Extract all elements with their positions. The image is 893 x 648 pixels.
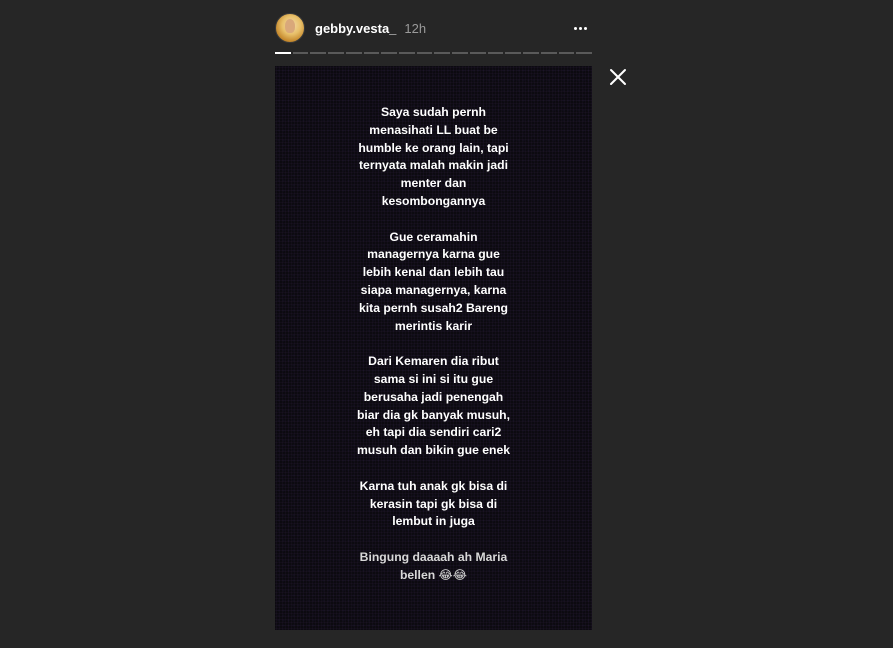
story-line: siapa managernya, karna: [360, 282, 507, 297]
progress-segment: [292, 52, 309, 54]
story-line: merintis karir: [394, 318, 473, 333]
progress-segment: [345, 52, 362, 54]
progress-segment: [416, 52, 433, 54]
story-line: kerasin tapi gk bisa di: [369, 496, 498, 511]
progress-segment: [576, 52, 592, 54]
story-paragraph: Karna tuh anak gk bisa di kerasin tapi gk…: [275, 478, 592, 531]
story-text: Saya sudah pernh menasihati LL buat be hum…: [275, 104, 592, 602]
more-options-icon[interactable]: [574, 21, 588, 35]
close-icon[interactable]: [608, 67, 628, 87]
progress-segment: [328, 52, 344, 54]
progress-segment: [523, 52, 539, 54]
story-line: berusaha jadi penengah: [363, 389, 504, 404]
story-line: humble ke orang lain, tapi: [358, 140, 509, 155]
username[interactable]: gebby.vesta_: [315, 21, 396, 36]
story-line: lebih kenal dan lebih tau: [362, 265, 505, 280]
story-line: musuh dan bikin gue enek: [356, 443, 511, 458]
timestamp: 12h: [404, 20, 427, 36]
story-line: menasihati LL buat be: [369, 122, 498, 137]
avatar[interactable]: [275, 13, 305, 43]
progress-segment: [275, 52, 291, 54]
story-progress-bar: [275, 52, 592, 54]
story-line: kita pernh susah2 Bareng: [358, 300, 508, 315]
story-paragraph: Saya sudah pernh menasihati LL buat be hum…: [275, 104, 592, 211]
progress-segment: [469, 52, 486, 54]
progress-segment: [399, 52, 415, 54]
progress-segment: [310, 52, 327, 54]
story-line: eh tapi dia sendiri cari2: [365, 425, 502, 440]
story-paragraph: Dari Kemaren dia ribut sama si ini si itu…: [275, 353, 592, 460]
story-frame[interactable]: Saya sudah pernh menasihati LL buat be hum…: [275, 66, 592, 630]
story-line: Bingung daaaah ah Maria: [359, 549, 508, 564]
story-line: managernya karna gue: [367, 247, 500, 262]
progress-segment: [505, 52, 522, 54]
progress-segment: [487, 52, 504, 54]
story-line: bellen 😂😂: [399, 567, 468, 582]
progress-segment: [381, 52, 398, 54]
progress-segment: [434, 52, 451, 54]
story-line: Gue ceramahin: [389, 229, 478, 244]
story-paragraph: Gue ceramahin managernya karna gue lebih k…: [275, 229, 592, 336]
story-line: ternyata malah makin jadi: [358, 158, 509, 173]
progress-segment: [363, 52, 380, 54]
story-paragraph: Bingung daaaah ah Maria bellen 😂😂: [275, 549, 592, 585]
progress-segment: [558, 52, 575, 54]
story-viewer: gebby.vesta_ 12h Saya sudah pernh menasih…: [0, 0, 893, 648]
progress-segment: [540, 52, 557, 54]
story-line: Dari Kemaren dia ribut: [368, 354, 499, 369]
story-line: lembut in juga: [392, 514, 475, 529]
story-line: biar dia gk banyak musuh,: [356, 407, 511, 422]
story-line: kesombongannya: [381, 193, 486, 208]
story-line: sama si ini si itu gue: [373, 371, 494, 386]
story-line: Saya sudah pernh: [381, 105, 486, 119]
story-line: Karna tuh anak gk bisa di: [359, 478, 508, 493]
progress-segment: [452, 52, 468, 54]
story-header: gebby.vesta_ 12h: [275, 12, 592, 44]
story-line: menter dan: [400, 176, 467, 191]
